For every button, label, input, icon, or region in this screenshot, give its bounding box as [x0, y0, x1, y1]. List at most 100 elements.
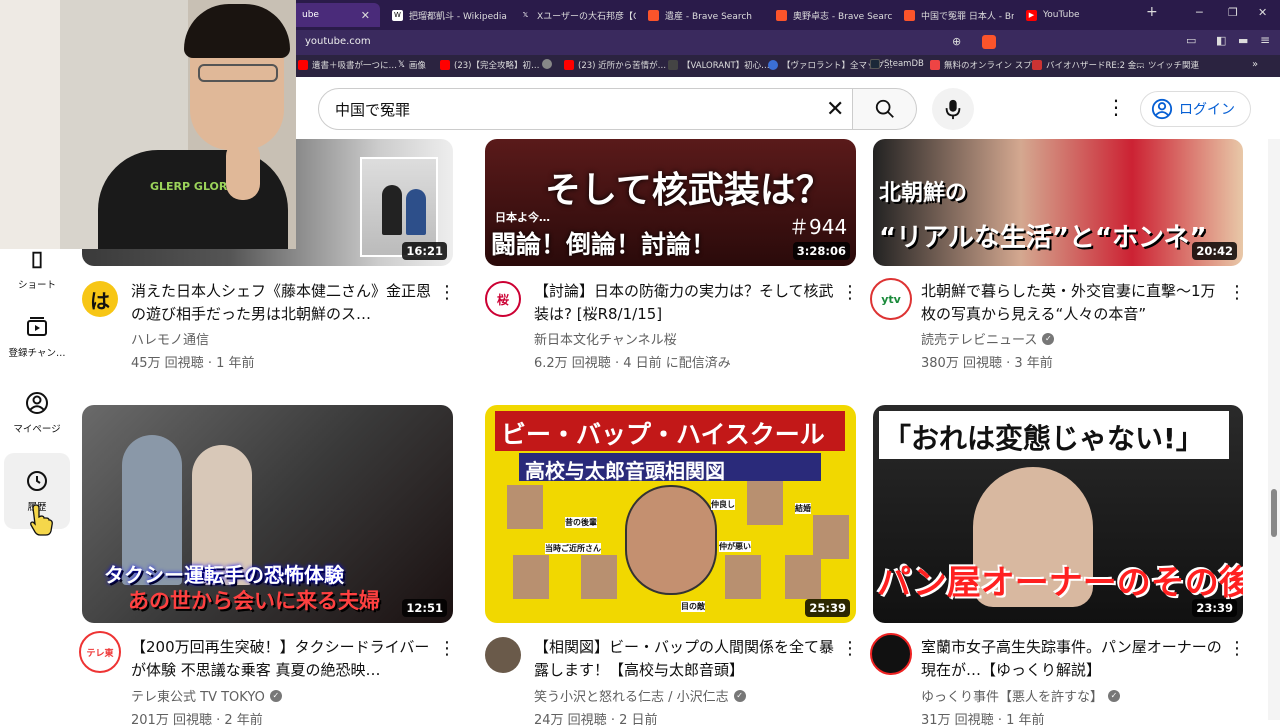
channel-avatar[interactable]: テレ東	[79, 631, 121, 673]
video-duration: 12:51	[402, 599, 447, 617]
channel-avatar[interactable]: は	[82, 281, 118, 317]
thumbnail-face	[581, 555, 617, 599]
url-field[interactable]: youtube.com	[305, 36, 371, 47]
sidebar-item-shorts[interactable]: ショート	[4, 249, 70, 291]
bookmark-item[interactable]: 【VALORANT】初心…	[668, 59, 770, 71]
bookmark-item[interactable]	[542, 59, 556, 69]
video-title[interactable]: 【200万回再生突破！】タクシードライバーが体験 不思議な乗客 真夏の絶恐映…	[131, 636, 431, 682]
bookmark-item[interactable]: 𝕏 画像	[398, 59, 426, 71]
video-meta: 6.2万 回視聴 · 4 日前 に配信済み	[534, 356, 731, 371]
brave-icon	[776, 9, 787, 21]
video-duration: 16:21	[402, 242, 447, 260]
video-menu-icon[interactable]: ⋮	[438, 640, 456, 658]
bookmark-item[interactable]: 遺書＋吸書が一つに…	[298, 59, 397, 71]
youtube-icon	[298, 60, 308, 70]
minimize-icon[interactable]: ─	[1196, 6, 1203, 19]
channel-avatar[interactable]	[485, 637, 521, 673]
video-thumbnail[interactable]: タクシー運転手の恐怖体験 あの世から会いに来る夫婦 12:51	[82, 405, 453, 623]
tab-brave-isan[interactable]: 遺産 - Brave Search	[638, 3, 764, 27]
account-circle-icon	[26, 392, 48, 414]
tab-wikipedia[interactable]: W 把瑠都凱斗 - Wikipedia	[382, 3, 508, 27]
menu-icon[interactable]: ≡	[1260, 33, 1270, 47]
thumbnail-face	[747, 481, 783, 525]
login-button[interactable]: ログイン	[1140, 91, 1251, 127]
thumbnail-text: 日本よ今…	[495, 211, 550, 224]
verified-icon: ✓	[733, 689, 746, 702]
brave-shield-icon[interactable]	[982, 35, 996, 49]
video-menu-icon[interactable]: ⋮	[841, 640, 859, 658]
voice-search-button[interactable]	[932, 88, 974, 130]
video-meta: 380万 回視聴 · 3 年前	[921, 356, 1053, 371]
video-title[interactable]: 【相関図】ビー・バップの人間関係を全て暴露します！【高校与太郎音頭】	[534, 636, 834, 682]
thumbnail-face	[507, 485, 543, 529]
bookmark-folder[interactable]: ▭ ツイッチ関連	[1136, 59, 1199, 71]
thumbnail-text: 闘論！倒論！討論！	[491, 230, 717, 259]
thumbnail-face	[513, 555, 549, 599]
thumbnail-label: 昔の後輩	[565, 517, 597, 528]
bookmark-item[interactable]: バイオハザードRE:2 金…	[1032, 59, 1145, 71]
search-input[interactable]: 中国で冤罪	[318, 88, 853, 130]
search-button[interactable]	[853, 88, 917, 130]
mouse-cursor-hand-icon	[30, 504, 53, 536]
sidebar-item-subscriptions[interactable]: 登録チャン…	[4, 315, 70, 359]
tab-youtube-active[interactable]: ube ✕	[292, 3, 380, 27]
thumbnail-text: そして核武装は？	[545, 170, 832, 211]
channel-avatar[interactable]	[870, 633, 912, 675]
close-icon[interactable]: ✕	[361, 9, 370, 22]
channel-name[interactable]: 笑う小沢と怒れる仁志 / 小沢仁志 ✓	[534, 686, 746, 705]
video-menu-icon[interactable]: ⋮	[841, 284, 859, 302]
sidebar-toggle-icon[interactable]: ◧	[1216, 34, 1226, 47]
page-scrollbar[interactable]	[1268, 139, 1280, 720]
wallet-icon[interactable]: ▬	[1238, 34, 1248, 47]
tab-brave-china[interactable]: 中国で冤罪 日本人 - Bra	[894, 3, 1014, 27]
tab-x-user[interactable]: 𝕏Xユーザーの大石邦彦【CBC	[510, 3, 636, 27]
video-menu-icon[interactable]: ⋮	[1228, 284, 1246, 302]
new-tab-button[interactable]: +	[1146, 4, 1158, 20]
youtube-icon: ▶	[1026, 9, 1037, 21]
channel-name[interactable]: 読売テレビニュース ✓	[921, 329, 1055, 348]
channel-avatar[interactable]: 桜	[485, 281, 521, 317]
video-duration: 20:42	[1192, 242, 1237, 260]
scrollbar-thumb[interactable]	[1271, 489, 1277, 537]
steam-icon	[870, 59, 880, 69]
bookmark-item[interactable]: (23) 近所から苦情が…	[564, 59, 666, 71]
video-menu-icon[interactable]: ⋮	[438, 284, 456, 302]
channel-avatar[interactable]: ytv	[870, 278, 912, 320]
tab-search-icon[interactable]: ▭	[1186, 34, 1196, 47]
channel-name[interactable]: ゆっくり事件【悪人を許すな】 ✓	[921, 686, 1121, 705]
bookmark-item[interactable]: (23)【完全攻略】初…	[440, 59, 539, 71]
tab-youtube[interactable]: ▶ YouTube	[1016, 3, 1136, 27]
window-close-icon[interactable]: ✕	[1258, 6, 1267, 19]
webcam-person-hand	[226, 140, 260, 200]
bookmark-item[interactable]: 無料のオンライン スプ…	[930, 59, 1040, 71]
maximize-icon[interactable]: ❐	[1228, 6, 1238, 19]
settings-menu-icon[interactable]: ⋮	[1106, 97, 1126, 117]
bookmark-item[interactable]: SteamDB	[870, 59, 924, 69]
subscriptions-icon	[27, 317, 47, 336]
page-icon	[768, 60, 778, 70]
more-bookmarks-icon[interactable]: »	[1252, 59, 1258, 70]
verified-icon: ✓	[1042, 332, 1055, 345]
sidebar-item-mypage[interactable]: マイページ	[4, 391, 70, 435]
video-thumbnail[interactable]: そして核武装は？ 日本よ今… 闘論！倒論！討論！ ＃944 3:28:06	[485, 139, 856, 266]
channel-name[interactable]: 新日本文化チャンネル桜	[534, 329, 677, 348]
x-icon: 𝕏	[522, 11, 529, 19]
tab-brave-okuno[interactable]: 奥野卓志 - Brave Search	[766, 3, 892, 27]
video-title[interactable]: 【討論】日本の防衛力の実力は？そして核武装は? [桜R8/1/15]	[534, 280, 834, 326]
history-icon	[27, 471, 47, 491]
video-title[interactable]: 消えた日本人シェフ《藤本健二さん》金正恩の遊び相手だった男は北朝鮮のス…	[131, 280, 431, 326]
thumbnail-face	[785, 555, 821, 599]
video-menu-icon[interactable]: ⋮	[1228, 640, 1246, 658]
video-thumbnail[interactable]: 北朝鮮の “リアルな生活”と“ホンネ” 20:42	[873, 139, 1243, 266]
microphone-icon	[945, 99, 961, 120]
game-icon	[1032, 60, 1042, 70]
video-title[interactable]: 北朝鮮で暮らした英・外交官妻に直撃〜1万枚の写真から見える“人々の本音”	[921, 280, 1226, 326]
zoom-icon[interactable]: ⊕	[952, 35, 961, 48]
video-thumbnail[interactable]: ビー・バップ・ハイスクール 高校与太郎音頭相関図 昔の後輩 当時ご近所さん 仲良…	[485, 405, 856, 623]
video-title[interactable]: 室蘭市女子高生失踪事件。パン屋オーナーの現在が…【ゆっくり解説】	[921, 636, 1226, 682]
channel-name[interactable]: ハレモノ通信	[131, 329, 209, 348]
video-meta: 24万 回視聴 · 2 日前	[534, 713, 658, 728]
channel-name[interactable]: テレ東公式 TV TOKYO ✓	[131, 686, 282, 705]
clear-search-icon[interactable]: ✕	[826, 97, 844, 122]
video-thumbnail[interactable]: 「おれは変態じゃない!」 パン屋オーナーのその後 23:39	[873, 405, 1243, 623]
